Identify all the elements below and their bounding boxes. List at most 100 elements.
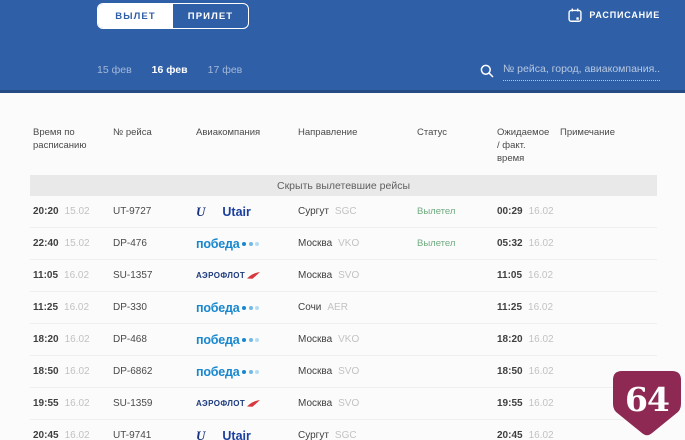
actual-time-cell: 11:05 16.02 <box>497 270 554 282</box>
scheduled-time-cell: 20:20 15.02 <box>33 206 90 218</box>
actual-time-cell: 18:50 16.02 <box>497 366 554 378</box>
tab-departures[interactable]: ВЫЛЕТ <box>98 4 173 28</box>
utair-u-icon: U <box>196 203 206 219</box>
flight-number-cell: UT-9741 <box>113 430 152 440</box>
direction-cell: Москва SVO <box>298 366 360 378</box>
aeroflot-logo: АЭРОФЛОТ <box>196 271 298 280</box>
calendar-icon <box>568 8 582 22</box>
utair-logo: U Utair <box>196 204 298 220</box>
schedule-label: РАСПИСАНИЕ <box>589 10 660 20</box>
search-box <box>480 61 660 81</box>
hide-departed-toggle[interactable]: Скрыть вылетевшие рейсы <box>30 175 657 197</box>
col-direction: Направление <box>298 127 358 138</box>
table-row[interactable]: 20:2015.02 UT-9727 U Utair победа АЭРОФЛ… <box>30 196 657 229</box>
airline-logo-cell: U Utair победа АЭРОФЛОТ <box>196 428 298 440</box>
flight-rows: 20:2015.02 UT-9727 U Utair победа АЭРОФЛ… <box>30 196 657 440</box>
direction-cell: Сочи AER <box>298 302 348 314</box>
airline-logo-cell: U Utair победа АЭРОФЛОТ <box>196 365 298 379</box>
status-cell: Вылетел <box>417 206 456 218</box>
table-row[interactable]: 18:2016.02 DP-468 U Utair победа АЭРОФЛО… <box>30 324 657 357</box>
pobeda-dot-icon <box>248 369 253 374</box>
schedule-button[interactable]: РАСПИСАНИЕ <box>568 8 660 22</box>
tab-arrivals[interactable]: ПРИЛЕТ <box>173 4 248 28</box>
col-flight-number: № рейса <box>113 127 152 138</box>
airline-logo-cell: U Utair победа АЭРОФЛОТ <box>196 399 298 408</box>
pobeda-wordmark: победа <box>196 364 240 379</box>
airline-logo-cell: U Utair победа АЭРОФЛОТ <box>196 204 298 220</box>
pobeda-logo: победа <box>196 237 298 251</box>
pobeda-dot-icon <box>255 337 260 342</box>
table-row[interactable]: 20:4516.02 UT-9741 U Utair победа АЭРОФЛ… <box>30 420 657 440</box>
aeroflot-wordmark: АЭРОФЛОТ <box>196 271 246 281</box>
table-header-row: Время по расписанию № рейса Авиакомпания… <box>30 93 657 165</box>
utair-wordmark: Utair <box>222 204 251 219</box>
pobeda-dot-icon <box>242 305 247 310</box>
col-actual-time: Ожидаемое / факт. время <box>497 127 550 164</box>
direction-cell: Москва SVO <box>298 398 360 410</box>
table-row[interactable]: 11:0516.02 SU-1357 U Utair победа АЭРОФЛ… <box>30 260 657 293</box>
date-tab-17feb[interactable]: 17 фев <box>208 64 243 76</box>
departure-arrival-toggle: ВЫЛЕТ ПРИЛЕТ <box>97 3 249 29</box>
direction-cell: Москва VKO <box>298 334 360 346</box>
actual-time-cell: 11:25 16.02 <box>497 302 554 314</box>
search-input[interactable] <box>503 61 660 81</box>
pobeda-wordmark: победа <box>196 236 240 251</box>
scheduled-time-cell: 11:25 16.02 <box>33 302 90 314</box>
pobeda-logo: победа <box>196 301 298 315</box>
actual-time-cell: 20:45 16.02 <box>497 430 554 440</box>
col-airline: Авиакомпания <box>196 127 261 138</box>
table-row[interactable]: 22:4015.02 DP-476 U Utair победа АЭРОФЛО… <box>30 228 657 261</box>
scheduled-time-cell: 18:50 16.02 <box>33 366 90 378</box>
pobeda-wordmark: победа <box>196 332 240 347</box>
actual-time-cell: 19:55 16.02 <box>497 398 554 410</box>
flights-table: Время по расписанию № рейса Авиакомпания… <box>30 93 657 440</box>
pobeda-dot-icon <box>242 337 247 342</box>
table-row[interactable]: 19:5516.02 SU-1359 U Utair победа АЭРОФЛ… <box>30 388 657 421</box>
actual-time-cell: 05:32 16.02 <box>497 238 554 250</box>
pobeda-dot-icon <box>242 241 247 246</box>
search-icon <box>480 64 494 78</box>
table-row[interactable]: 18:5016.02 DP-6862 U Utair победа АЭРОФЛ… <box>30 356 657 389</box>
flight-number-cell: DP-330 <box>113 302 147 314</box>
aeroflot-wing-icon <box>247 400 261 408</box>
airport-64-badge: 64 <box>612 370 682 438</box>
scheduled-time-cell: 18:20 16.02 <box>33 334 90 346</box>
flight-number-cell: SU-1357 <box>113 270 153 282</box>
pobeda-logo: победа <box>196 333 298 347</box>
scheduled-time-cell: 22:40 15.02 <box>33 238 90 250</box>
actual-time-cell: 00:29 16.02 <box>497 206 554 218</box>
airline-logo-cell: U Utair победа АЭРОФЛОТ <box>196 271 298 280</box>
utair-wordmark: Utair <box>222 428 251 440</box>
badge-number: 64 <box>625 380 670 419</box>
pobeda-dot-icon <box>255 369 260 374</box>
direction-cell: Сургут SGC <box>298 430 357 440</box>
pobeda-dot-icon <box>248 337 253 342</box>
actual-time-cell: 18:20 16.02 <box>497 334 554 346</box>
flight-number-cell: DP-476 <box>113 238 147 250</box>
scheduled-time-cell: 20:45 16.02 <box>33 430 90 440</box>
pobeda-dot-icon <box>255 241 260 246</box>
pobeda-dot-icon <box>248 305 253 310</box>
flight-number-cell: DP-6862 <box>113 366 153 378</box>
date-tabs: 15 фев 16 фев 17 фев <box>97 64 242 76</box>
pobeda-wordmark: победа <box>196 300 240 315</box>
airline-logo-cell: U Utair победа АЭРОФЛОТ <box>196 301 298 315</box>
date-tab-16feb[interactable]: 16 фев <box>152 64 188 76</box>
direction-cell: Москва VKO <box>298 238 360 250</box>
col-status: Статус <box>417 127 448 138</box>
utair-u-icon: U <box>196 427 206 440</box>
pobeda-logo: победа <box>196 365 298 379</box>
status-cell: Вылетел <box>417 238 456 250</box>
pobeda-dot-icon <box>242 369 247 374</box>
airline-logo-cell: U Utair победа АЭРОФЛОТ <box>196 237 298 251</box>
aeroflot-wordmark: АЭРОФЛОТ <box>196 399 246 409</box>
table-row[interactable]: 11:2516.02 DP-330 U Utair победа АЭРОФЛО… <box>30 292 657 325</box>
aeroflot-logo: АЭРОФЛОТ <box>196 399 298 408</box>
header-bar: ВЫЛЕТ ПРИЛЕТ РАСПИСАНИЕ 15 фев 16 фев 17… <box>0 0 685 93</box>
date-tab-15feb[interactable]: 15 фев <box>97 64 132 76</box>
utair-logo: U Utair <box>196 428 298 440</box>
pobeda-dot-icon <box>248 241 253 246</box>
airline-logo-cell: U Utair победа АЭРОФЛОТ <box>196 333 298 347</box>
scheduled-time-cell: 19:55 16.02 <box>33 398 90 410</box>
col-note: Примечание <box>560 127 615 138</box>
